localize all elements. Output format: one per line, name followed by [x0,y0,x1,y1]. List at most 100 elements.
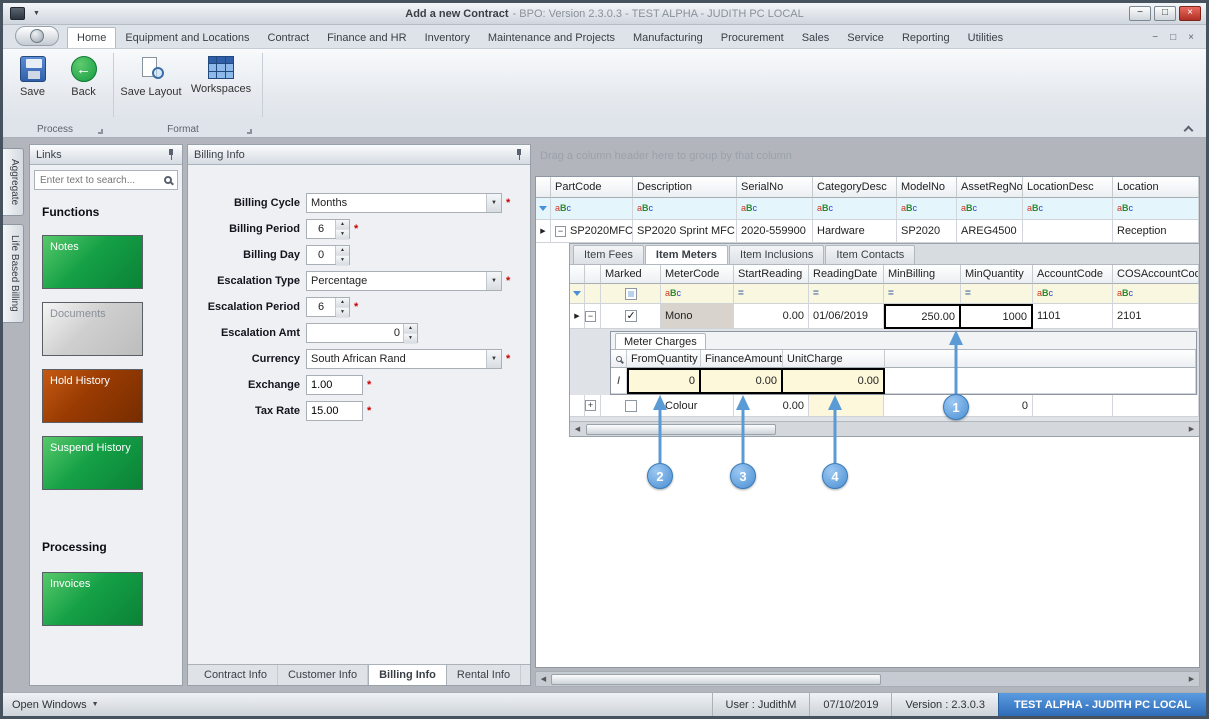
mdi-restore-icon[interactable]: □ [1170,32,1176,43]
ribbon-tab-reporting[interactable]: Reporting [893,28,959,48]
cell-minbilling-highlighted[interactable]: 250.00 [884,304,961,329]
ribbon-tab-service[interactable]: Service [838,28,893,48]
tab-item-contacts[interactable]: Item Contacts [825,245,915,264]
grid-horizontal-scrollbar[interactable]: ◀ ▶ [535,671,1200,687]
charge-column-header-fromquantity[interactable]: FromQuantity [627,350,701,368]
close-button[interactable]: × [1179,6,1201,21]
links-search-box[interactable] [34,170,178,190]
cell-location[interactable]: Reception [1113,220,1199,243]
suspend-history-button[interactable]: Suspend History [42,436,143,490]
meter-column-header-readingdate[interactable]: ReadingDate [809,265,884,284]
side-tab-aggregate[interactable]: Aggregate [3,148,24,216]
ribbon-tab-contract[interactable]: Contract [259,28,319,48]
currency-select[interactable]: South African Rand ▼ [306,349,502,369]
tab-customer-info[interactable]: Customer Info [278,665,368,685]
cell-cosaccountcode[interactable] [1113,395,1199,417]
column-header-categorydesc[interactable]: CategoryDesc [813,177,897,198]
spin-up-icon[interactable]: ▲ [404,324,417,334]
scroll-left-icon[interactable]: ◀ [570,423,585,436]
checkbox-indeterminate[interactable] [625,288,637,300]
column-header-description[interactable]: Description [633,177,737,198]
meter-filter-cosaccountcode[interactable]: aBc [1113,284,1199,304]
search-icon[interactable] [616,356,622,362]
meter-column-header-marked[interactable]: Marked [601,265,661,284]
spin-down-icon[interactable]: ▼ [404,334,417,344]
pin-icon[interactable] [515,149,524,160]
ribbon-tab-utilities[interactable]: Utilities [959,28,1012,48]
collapse-row-icon[interactable]: − [585,311,596,322]
column-header-location[interactable]: Location [1113,177,1199,198]
group-dialog-launcher-icon[interactable] [98,129,103,134]
cell-accountcode[interactable] [1033,395,1113,417]
escalation-type-select[interactable]: Percentage ▼ [306,271,502,291]
checkbox-checked[interactable] [625,310,637,322]
scroll-right-icon[interactable]: ▶ [1184,423,1199,436]
meter-column-header-accountcode[interactable]: AccountCode [1033,265,1113,284]
filter-cell-modelno[interactable]: aBc [897,198,957,220]
column-header-modelno[interactable]: ModelNo [897,177,957,198]
filter-cell-partcode[interactable]: aBc [551,198,633,220]
filter-icon[interactable] [539,206,547,211]
spin-up-icon[interactable]: ▲ [336,220,349,230]
checkbox-unchecked[interactable] [625,400,637,412]
ribbon-tab-maintenance-and-projects[interactable]: Maintenance and Projects [479,28,624,48]
cell-cosaccountcode[interactable]: 2101 [1113,304,1199,329]
spin-down-icon[interactable]: ▼ [336,308,349,318]
scroll-right-icon[interactable]: ▶ [1184,675,1199,683]
ribbon-tab-equipment-and-locations[interactable]: Equipment and Locations [116,28,258,48]
billing-cycle-select[interactable]: Months ▼ [306,193,502,213]
meter-row-mono[interactable]: ▶ − Mono 0.00 01/06/2019 250.00 1000 110… [570,304,1199,329]
billing-day-spinner[interactable]: 0 ▲▼ [306,245,350,265]
workspaces-button[interactable]: Workspaces [186,53,256,121]
tab-meter-charges[interactable]: Meter Charges [615,333,706,349]
expand-row-icon[interactable]: + [585,400,596,411]
group-by-hint[interactable]: Drag a column header here to group by th… [531,138,1204,176]
application-menu-button[interactable] [15,26,59,46]
cell-financeamount-highlighted[interactable]: 0.00 [701,368,783,394]
meter-filter-metercode[interactable]: aBc [661,284,734,304]
ribbon-collapse-icon[interactable] [1184,126,1194,136]
filter-cell-locationdesc[interactable]: aBc [1023,198,1113,220]
filter-cell-categorydesc[interactable]: aBc [813,198,897,220]
billing-period-spinner[interactable]: 6 ▲▼ [306,219,350,239]
cell-metercode[interactable]: Mono [661,304,734,329]
collapse-row-icon[interactable]: − [555,226,566,237]
meter-column-header-metercode[interactable]: MeterCode [661,265,734,284]
charge-column-header-unitcharge[interactable]: UnitCharge [783,350,885,368]
cell-marked[interactable] [601,304,661,329]
cell-modelno[interactable]: SP2020 [897,220,957,243]
spin-up-icon[interactable]: ▲ [336,246,349,256]
meter-filter-marked[interactable] [601,284,661,304]
meter-filter-minquantity[interactable]: = [961,284,1033,304]
meter-filter-startreading[interactable]: = [734,284,809,304]
chevron-down-icon[interactable]: ▼ [486,272,501,290]
tab-billing-info[interactable]: Billing Info [368,665,447,685]
chevron-down-icon[interactable]: ▼ [486,350,501,368]
cell-locationdesc[interactable] [1023,220,1113,243]
tab-item-meters[interactable]: Item Meters [645,245,728,264]
hold-history-button[interactable]: Hold History [42,369,143,423]
cell-fromquantity-highlighted[interactable]: 0 [627,368,701,394]
ribbon-tab-finance-and-hr[interactable]: Finance and HR [318,28,416,48]
cell-accountcode[interactable]: 1101 [1033,304,1113,329]
filter-cell-serialno[interactable]: aBc [737,198,813,220]
item-row-sp2020mfc[interactable]: ▶ −SP2020MFC SP2020 Sprint MFC 2020-5599… [536,220,1199,243]
filter-cell-description[interactable]: aBc [633,198,737,220]
filter-icon[interactable] [573,291,581,296]
tab-item-inclusions[interactable]: Item Inclusions [729,245,824,264]
filter-cell-location[interactable]: aBc [1113,198,1199,220]
tax-rate-field[interactable] [306,401,363,421]
ribbon-tab-home[interactable]: Home [67,27,116,48]
meter-filter-minbilling[interactable]: = [884,284,961,304]
meter-filter-readingdate[interactable]: = [809,284,884,304]
cell-minquantity-highlighted[interactable]: 1000 [961,304,1033,329]
open-windows-button[interactable]: Open Windows ▼ [3,693,108,716]
scrollbar-thumb[interactable] [551,674,881,685]
save-layout-button[interactable]: Save Layout [116,53,186,121]
pin-icon[interactable] [167,149,176,160]
cell-categorydesc[interactable]: Hardware [813,220,897,243]
cell-description[interactable]: SP2020 Sprint MFC [633,220,737,243]
spin-down-icon[interactable]: ▼ [336,230,349,240]
meter-filter-accountcode[interactable]: aBc [1033,284,1113,304]
spin-down-icon[interactable]: ▼ [336,256,349,266]
